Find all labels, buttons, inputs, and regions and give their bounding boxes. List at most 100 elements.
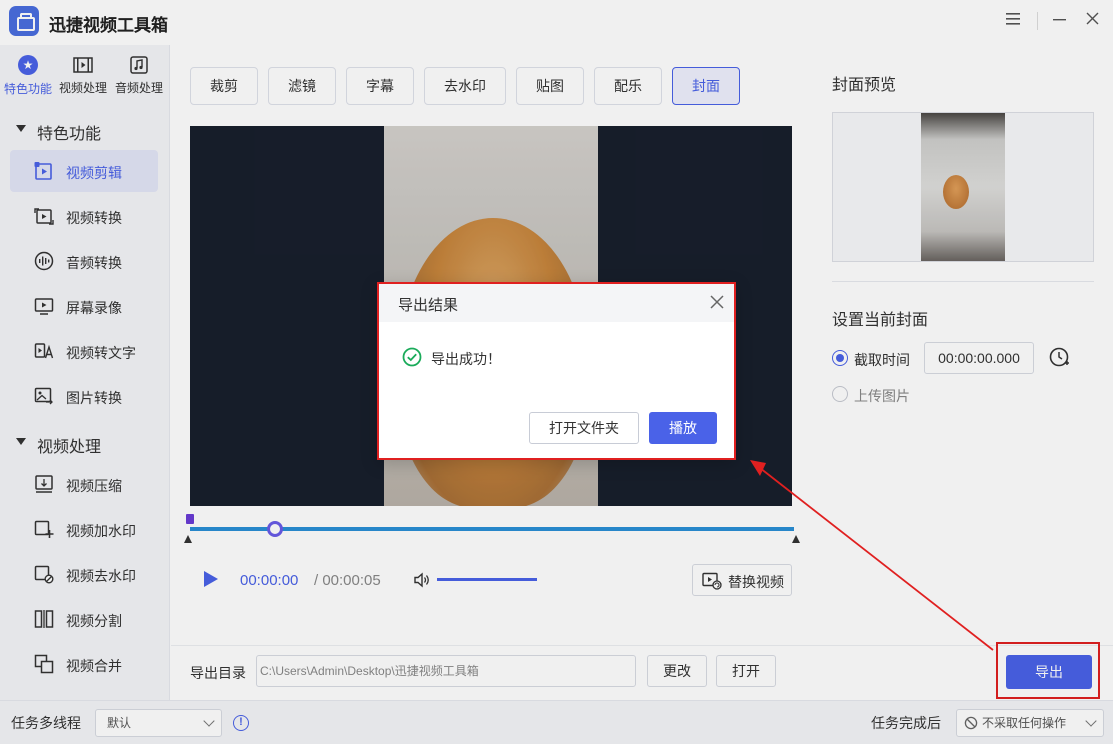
open-folder-button[interactable]: 打开文件夹 xyxy=(529,412,639,444)
volume-icon[interactable] xyxy=(413,571,431,589)
play-icon[interactable] xyxy=(204,571,218,587)
group-featured[interactable]: 特色功能 xyxy=(0,113,170,147)
group-label: 视频处理 xyxy=(37,439,102,456)
menu-icon[interactable] xyxy=(1002,10,1024,32)
volume-slider[interactable] xyxy=(437,578,537,581)
current-time: 00:00:00 xyxy=(240,572,299,589)
remove-watermark-icon xyxy=(34,565,54,584)
minimize-icon[interactable] xyxy=(1048,10,1070,32)
sidebar-item-label: 视频分割 xyxy=(66,613,122,629)
sidebar-item-label: 视频加水印 xyxy=(66,523,136,539)
capture-time-label: 截取时间 xyxy=(854,352,910,368)
video-edit-icon xyxy=(34,162,52,180)
tab-music[interactable]: 配乐 xyxy=(594,67,662,105)
top-tab-audio[interactable]: 音频处理 xyxy=(111,53,167,101)
video-compress-icon xyxy=(35,475,53,493)
trim-start-handle[interactable] xyxy=(184,535,192,543)
tab-sticker[interactable]: 贴图 xyxy=(516,67,584,105)
sidebar-item-video-split[interactable]: 视频分割 xyxy=(10,598,158,640)
tab-subtitle[interactable]: 字幕 xyxy=(346,67,414,105)
video-merge-icon xyxy=(34,654,54,674)
tool-tabs: 裁剪 滤镜 字幕 去水印 贴图 配乐 封面 xyxy=(190,67,750,105)
export-path-field[interactable]: C:\Users\Admin\Desktop\迅捷视频工具箱 xyxy=(256,655,636,687)
timeline-start-marker[interactable] xyxy=(186,514,194,524)
title-divider xyxy=(1037,12,1038,30)
playhead-handle[interactable] xyxy=(266,521,283,537)
music-icon xyxy=(130,56,148,74)
image-convert-icon xyxy=(34,387,53,405)
screen-record-icon xyxy=(34,298,54,315)
info-icon[interactable]: ! xyxy=(233,715,249,731)
dialog-message: 导出成功！ xyxy=(431,351,501,367)
video-to-text-icon xyxy=(34,343,54,359)
panel-divider xyxy=(832,281,1094,282)
sidebar-item-label: 音频转换 xyxy=(66,255,122,271)
top-tab-label: 音频处理 xyxy=(114,81,163,95)
after-task-select[interactable]: 不采取任何操作 xyxy=(956,709,1104,737)
radio-upload-image[interactable] xyxy=(832,386,848,402)
collapse-triangle-icon xyxy=(16,438,26,445)
close-window-icon[interactable] xyxy=(1081,10,1103,32)
replace-video-label: 替换视频 xyxy=(728,574,784,590)
film-icon xyxy=(73,57,93,73)
multithread-select[interactable]: 默认 xyxy=(95,709,222,737)
close-dialog-icon[interactable] xyxy=(708,293,726,311)
trim-end-handle[interactable] xyxy=(792,535,800,543)
sidebar-item-label: 视频合并 xyxy=(66,658,122,674)
sidebar-item-video-compress[interactable]: 视频压缩 xyxy=(10,463,158,505)
sidebar-item-image-convert[interactable]: 图片转换 xyxy=(10,375,158,417)
clock-capture-icon[interactable] xyxy=(1048,345,1072,369)
sidebar-item-label: 视频转换 xyxy=(66,210,122,226)
chevron-down-icon xyxy=(203,715,215,727)
sidebar-item-video-edit[interactable]: 视频剪辑 xyxy=(10,150,158,192)
capture-time-input[interactable]: 00:00:00.000 xyxy=(924,342,1034,374)
add-watermark-icon xyxy=(34,520,54,538)
tab-cover[interactable]: 封面 xyxy=(672,67,740,105)
total-time: / 00:00:05 xyxy=(314,572,381,589)
sidebar-item-add-watermark[interactable]: 视频加水印 xyxy=(10,508,158,550)
sidebar-item-video-convert[interactable]: 视频转换 xyxy=(10,195,158,237)
sidebar-item-remove-watermark[interactable]: 视频去水印 xyxy=(10,553,158,595)
set-cover-title: 设置当前封面 xyxy=(832,312,929,329)
sidebar-item-video-to-text[interactable]: 视频转文字 xyxy=(10,330,158,372)
radio-capture-time[interactable] xyxy=(832,350,848,366)
change-dir-button[interactable]: 更改 xyxy=(647,655,707,687)
sidebar-item-video-merge[interactable]: 视频合并 xyxy=(10,643,158,685)
sidebar-top-tabs: ★ 特色功能 视频处理 音频处理 xyxy=(0,45,170,105)
cover-panel: 封面预览 设置当前封面 截取时间 00:00:00.000 上传图片 xyxy=(813,45,1113,645)
top-tab-label: 视频处理 xyxy=(58,81,107,95)
app-logo-icon xyxy=(9,6,39,36)
sidebar-item-screen-record[interactable]: 屏幕录像 xyxy=(10,285,158,327)
app-title: 迅捷视频工具箱 xyxy=(49,16,168,35)
sidebar: ★ 特色功能 视频处理 音频处理 特色功能 视频剪辑 视频转换 音频转换 屏幕录… xyxy=(0,45,170,700)
dialog-title: 导出结果 xyxy=(398,297,459,314)
dialog-header: 导出结果 xyxy=(379,284,734,322)
open-dir-button[interactable]: 打开 xyxy=(716,655,776,687)
title-bar: 迅捷视频工具箱 xyxy=(0,0,1113,45)
tab-filter[interactable]: 滤镜 xyxy=(268,67,336,105)
timeline[interactable] xyxy=(184,510,801,544)
video-convert-icon xyxy=(34,208,54,225)
multithread-label: 任务多线程 xyxy=(11,715,81,731)
sidebar-item-label: 视频转文字 xyxy=(66,345,136,361)
export-result-dialog: 导出结果 导出成功！ 打开文件夹 播放 xyxy=(377,282,736,460)
after-task-label: 任务完成后 xyxy=(871,715,941,731)
group-video-processing[interactable]: 视频处理 xyxy=(0,426,170,460)
tab-remove-watermark[interactable]: 去水印 xyxy=(424,67,506,105)
video-split-icon xyxy=(34,610,54,628)
cover-cat-image xyxy=(943,175,969,209)
sidebar-item-audio-convert[interactable]: 音频转换 xyxy=(10,240,158,282)
after-task-value: 不采取任何操作 xyxy=(982,716,1067,730)
cover-preview xyxy=(832,112,1094,262)
sidebar-item-label: 视频去水印 xyxy=(66,568,136,584)
success-check-icon xyxy=(402,347,422,367)
replace-video-button[interactable]: 替换视频 xyxy=(692,564,792,596)
chevron-down-icon xyxy=(1085,715,1097,727)
top-tab-video[interactable]: 视频处理 xyxy=(55,53,111,101)
sidebar-item-label: 屏幕录像 xyxy=(66,300,122,316)
tab-crop[interactable]: 裁剪 xyxy=(190,67,258,105)
play-button[interactable]: 播放 xyxy=(649,412,717,444)
audio-convert-icon xyxy=(34,251,54,271)
top-tab-featured[interactable]: ★ 特色功能 xyxy=(0,53,56,101)
group-label: 特色功能 xyxy=(37,126,102,143)
